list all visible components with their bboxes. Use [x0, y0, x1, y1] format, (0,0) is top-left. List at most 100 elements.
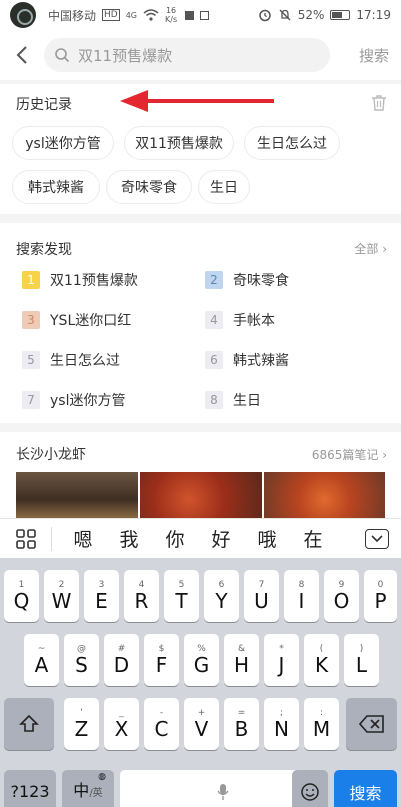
key-s[interactable]: @ S	[64, 634, 99, 686]
rank-badge: 4	[205, 311, 223, 329]
topic-photo[interactable]	[16, 472, 138, 518]
key-h[interactable]: & H	[224, 634, 259, 686]
topic-section[interactable]: 长沙小龙虾 6865篇笔记 ›	[0, 432, 401, 518]
key-n[interactable]: ; N	[264, 698, 299, 750]
search-header: 双11预售爆款 搜索	[0, 30, 401, 80]
discover-item[interactable]: 2 奇味零食	[205, 270, 289, 290]
candidate-word[interactable]: 你	[152, 525, 198, 552]
back-button[interactable]	[0, 30, 44, 80]
key-g[interactable]: % G	[184, 634, 219, 686]
key-q[interactable]: 1Q	[4, 570, 39, 622]
alarm-icon	[258, 9, 271, 22]
discover-item[interactable]: 6 韩式辣酱	[205, 350, 289, 370]
history-chip[interactable]: 奇味零食	[106, 170, 192, 204]
candidate-word[interactable]: 好	[198, 525, 244, 552]
key-o[interactable]: 9O	[324, 570, 359, 622]
candidate-word[interactable]: 嗯	[60, 525, 106, 552]
discover-title: 搜索发现	[16, 242, 72, 258]
key-l[interactable]: ) L	[344, 634, 379, 686]
emoji-key[interactable]	[292, 770, 328, 807]
chevron-right-icon: ›	[382, 242, 387, 256]
key-p[interactable]: 0P	[364, 570, 397, 622]
key-e[interactable]: 3E	[84, 570, 119, 622]
key-k[interactable]: (K	[304, 634, 339, 686]
microphone-icon	[217, 784, 229, 800]
collapse-keyboard-icon[interactable]	[365, 528, 389, 549]
search-button[interactable]: 搜索	[359, 45, 389, 66]
rank-badge: 3	[22, 311, 40, 329]
history-chip[interactable]: 生日怎么过	[244, 126, 340, 160]
key-a[interactable]: ~ A	[24, 634, 59, 686]
key-i[interactable]: 8I	[284, 570, 319, 622]
wifi-icon	[143, 9, 159, 21]
discover-item[interactable]: 4 手帐本	[205, 310, 275, 330]
battery-icon	[330, 10, 351, 20]
discover-item[interactable]: 7 ysl迷你方管	[22, 390, 125, 410]
discover-item-label: 奇味零食	[233, 273, 289, 289]
key-c[interactable]: -C	[144, 698, 179, 750]
candidate-word[interactable]: 哦	[244, 525, 290, 552]
discover-item-label: YSL迷你口红	[50, 313, 132, 329]
back-icon	[16, 46, 27, 64]
candidate-word[interactable]: 我	[106, 525, 152, 552]
topic-photo[interactable]	[140, 472, 262, 518]
key-w[interactable]: 2W	[44, 570, 79, 622]
backspace-icon	[358, 715, 384, 733]
clock: 17:19	[356, 8, 391, 22]
history-title: 历史记录	[16, 97, 72, 113]
history-chip[interactable]: ysl迷你方管	[12, 126, 114, 160]
candidate-word[interactable]: 在	[290, 525, 336, 552]
backspace-key[interactable]	[346, 698, 397, 750]
shift-key[interactable]	[4, 698, 54, 750]
carrier-name: 中国移动	[48, 8, 97, 23]
discover-item[interactable]: 3 YSL迷你口红	[22, 310, 131, 330]
key-v[interactable]: + V	[184, 698, 219, 750]
discover-item[interactable]: 1 双11预售爆款	[22, 270, 138, 290]
keyboard: 1Q 2W 3E 4R 5T 6Y 7U 8I 9O 0P ~ A @ S # D $…	[0, 558, 401, 807]
key-j[interactable]: * J	[264, 634, 299, 686]
key-y[interactable]: 6Y	[204, 570, 239, 622]
discover-item-label: 双11预售爆款	[50, 273, 138, 289]
key-t[interactable]: 5T	[164, 570, 199, 622]
search-input[interactable]: 双11预售爆款	[44, 38, 330, 72]
screen-icon	[200, 10, 210, 20]
key-r[interactable]: 4R	[124, 570, 159, 622]
discover-item[interactable]: 5 生日怎么过	[22, 350, 120, 370]
battery-percent: 52%	[297, 8, 325, 22]
key-u[interactable]: 7U	[244, 570, 279, 622]
status-bar: 中国移动 HD 4G 16 K/s 52% 17:19	[0, 0, 401, 30]
rank-badge: 8	[205, 391, 223, 409]
rank-badge: 7	[22, 391, 40, 409]
emoji-icon	[301, 783, 319, 801]
key-b[interactable]: = B	[224, 698, 259, 750]
symbols-key[interactable]: ?123	[4, 770, 56, 807]
hd-badge: HD	[102, 9, 120, 21]
language-switch-key[interactable]: ◍ 中/英	[62, 770, 114, 807]
ime-candidate-bar: 嗯 我 你 好 哦 在	[0, 518, 401, 558]
topic-note-count[interactable]: 6865篇笔记 ›	[312, 446, 387, 463]
trash-icon[interactable]	[371, 94, 387, 112]
key-m[interactable]: :M	[304, 698, 339, 750]
discover-all-link[interactable]: 全部 ›	[354, 240, 387, 257]
rank-badge: 5	[22, 351, 40, 369]
annotation-arrow-icon	[120, 90, 274, 112]
key-x[interactable]: _ X	[104, 698, 139, 750]
search-enter-key[interactable]: 搜索	[334, 770, 397, 807]
discover-item[interactable]: 8 生日	[205, 390, 261, 410]
key-z[interactable]: ' Z	[64, 698, 99, 750]
shift-icon	[19, 714, 39, 732]
history-chip[interactable]: 韩式辣酱	[12, 170, 100, 204]
discover-section: 搜索发现 全部 › 1 双11预售爆款 2 奇味零食 3 YSL迷你口红 4 手…	[0, 223, 401, 423]
topic-photo[interactable]	[264, 472, 385, 518]
rank-badge: 1	[22, 271, 40, 289]
discover-item-label: 生日	[233, 393, 261, 409]
history-chip[interactable]: 生日	[198, 170, 250, 204]
discover-item-label: 手帐本	[233, 313, 275, 329]
key-f[interactable]: $ F	[144, 634, 179, 686]
topic-title: 长沙小龙虾	[16, 447, 86, 463]
grid-icon[interactable]	[0, 526, 52, 551]
stop-icon	[185, 10, 195, 20]
rank-badge: 6	[205, 351, 223, 369]
history-chip[interactable]: 双11预售爆款	[124, 126, 234, 160]
key-d[interactable]: # D	[104, 634, 139, 686]
